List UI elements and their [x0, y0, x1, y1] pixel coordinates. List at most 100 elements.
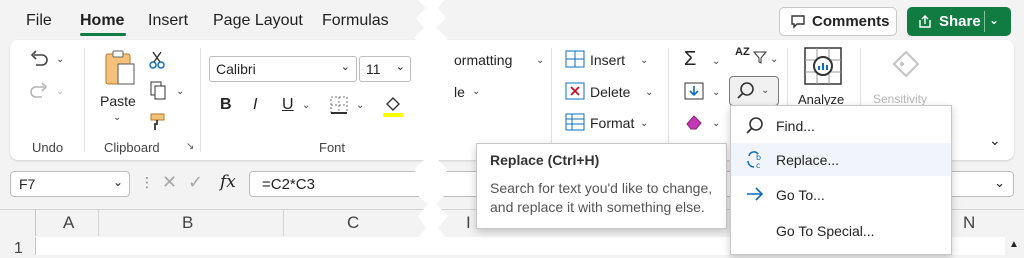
- analyze-data-icon[interactable]: [803, 46, 843, 86]
- column-header-b[interactable]: B: [182, 213, 193, 233]
- redo-icon: [30, 82, 48, 98]
- insert-function-icon[interactable]: fx: [220, 172, 236, 192]
- separator: [551, 48, 552, 152]
- share-icon: [919, 15, 931, 28]
- delete-cells-icon[interactable]: [565, 82, 585, 100]
- font-size-value: 11: [366, 61, 381, 77]
- formula-value: =C2*C3: [262, 176, 315, 193]
- paste-label[interactable]: Paste: [100, 93, 136, 109]
- expand-formula-bar-icon[interactable]: ⌄: [994, 175, 1005, 191]
- delete-label[interactable]: Delete: [590, 84, 630, 100]
- insert-label[interactable]: Insert: [590, 52, 625, 68]
- sort-filter-icon[interactable]: AZ: [735, 47, 750, 58]
- menu-item-go-to[interactable]: Go To...: [731, 178, 951, 211]
- tab-formulas[interactable]: Formulas: [322, 12, 389, 30]
- clear-icon[interactable]: [684, 113, 704, 131]
- share-label: Share: [939, 13, 981, 30]
- menu-item-replace[interactable]: bc Replace...: [731, 143, 951, 176]
- underline-dropdown-icon[interactable]: ⌄: [302, 100, 310, 111]
- undo-icon[interactable]: [28, 48, 50, 70]
- column-header-c[interactable]: C: [347, 213, 359, 233]
- name-box[interactable]: F7 ⌄: [10, 171, 130, 197]
- column-header-n[interactable]: N: [963, 213, 975, 233]
- tab-insert[interactable]: Insert: [148, 12, 188, 30]
- borders-dropdown-icon[interactable]: ⌄: [356, 100, 364, 111]
- chevron-down-icon[interactable]: ⌄: [770, 54, 778, 65]
- filter-icon[interactable]: [753, 50, 767, 64]
- more-options-icon[interactable]: ⋮: [140, 174, 154, 191]
- select-all-corner[interactable]: [0, 209, 36, 236]
- comments-button[interactable]: Comments: [779, 7, 897, 36]
- chevron-down-icon[interactable]: ⌄: [640, 118, 648, 129]
- magnifier-icon: [737, 82, 754, 99]
- undo-dropdown-icon[interactable]: ⌄: [56, 54, 64, 65]
- separator: [668, 48, 669, 152]
- chevron-down-icon: ⌄: [112, 175, 123, 189]
- font-group-label: Font: [319, 140, 346, 155]
- sensitivity-label: Sensitivity: [873, 92, 928, 106]
- cut-icon[interactable]: [148, 50, 166, 70]
- menu-item-label: Find...: [776, 117, 815, 134]
- format-painter-icon[interactable]: [148, 112, 168, 132]
- scroll-up-icon[interactable]: ▲: [1005, 237, 1024, 255]
- paste-icon[interactable]: [100, 48, 140, 88]
- format-cells-icon[interactable]: [565, 113, 585, 131]
- menu-item-go-to-special[interactable]: Go To Special...: [731, 214, 951, 247]
- undo-group-label: Undo: [32, 140, 64, 155]
- separator: [200, 48, 201, 152]
- chevron-down-icon[interactable]: ⌄: [472, 86, 480, 97]
- conditional-formatting-button[interactable]: ormatting: [454, 52, 512, 68]
- sensitivity-icon: [892, 50, 920, 78]
- paste-dropdown-icon[interactable]: ⌄: [113, 112, 121, 123]
- menu-item-label: Go To...: [776, 186, 825, 203]
- insert-cells-icon[interactable]: [565, 50, 585, 68]
- column-header-i[interactable]: I: [466, 213, 471, 233]
- tooltip-title: Replace (Ctrl+H): [490, 152, 600, 168]
- italic-button[interactable]: I: [253, 96, 257, 114]
- row-header-1[interactable]: 1: [14, 240, 23, 258]
- separator: [84, 48, 85, 152]
- cancel-icon[interactable]: ✕: [162, 172, 177, 193]
- bold-button[interactable]: B: [220, 96, 232, 114]
- menu-item-label: Go To Special...: [776, 222, 875, 239]
- active-tab-indicator: [80, 33, 126, 36]
- tab-file[interactable]: File: [26, 12, 52, 30]
- tooltip-body: Search for text you'd like to change, an…: [490, 180, 713, 215]
- chevron-down-icon[interactable]: ⌄: [640, 55, 648, 66]
- svg-text:c: c: [756, 161, 760, 170]
- chevron-down-icon: ⌄: [761, 85, 770, 96]
- autosum-icon[interactable]: Σ: [684, 48, 696, 71]
- dialog-launcher-icon[interactable]: ↘: [186, 141, 194, 152]
- chevron-down-icon: ⌄: [340, 61, 350, 73]
- chevron-down-icon[interactable]: ⌄: [645, 87, 653, 98]
- chevron-down-icon[interactable]: ⌄: [712, 118, 720, 129]
- tab-page-layout[interactable]: Page Layout: [213, 12, 303, 30]
- menu-item-find[interactable]: Find...: [731, 109, 951, 142]
- enter-icon[interactable]: ✓: [188, 172, 203, 193]
- fill-down-icon[interactable]: [684, 82, 704, 100]
- chevron-down-icon[interactable]: ⌄: [989, 13, 999, 27]
- column-divider: [283, 209, 284, 236]
- format-label[interactable]: Format: [590, 115, 634, 131]
- font-name-select[interactable]: Calibri ⌄: [209, 56, 357, 82]
- chevron-down-icon[interactable]: ⌄: [712, 87, 720, 98]
- find-select-button[interactable]: ⌄: [729, 76, 779, 106]
- copy-icon[interactable]: [148, 80, 168, 100]
- column-header-a[interactable]: A: [63, 213, 74, 233]
- torn-edge: [414, 0, 448, 255]
- share-button[interactable]: Share ⌄: [907, 7, 1011, 36]
- chevron-down-icon[interactable]: ⌄: [712, 56, 720, 67]
- borders-icon[interactable]: [330, 96, 348, 114]
- replace-icon: bc: [747, 151, 761, 170]
- find-select-menu: Find... bc Replace... Go To... Go To Spe…: [730, 105, 952, 255]
- font-name-value: Calibri: [216, 61, 256, 77]
- underline-button[interactable]: U: [282, 96, 294, 114]
- copy-dropdown-icon[interactable]: ⌄: [176, 86, 184, 97]
- replace-tooltip: Replace (Ctrl+H) Search for text you'd l…: [476, 143, 727, 229]
- arrow-right-icon: [747, 187, 764, 201]
- collapse-ribbon-icon[interactable]: ⌄: [989, 132, 1001, 149]
- chevron-down-icon[interactable]: ⌄: [536, 55, 544, 66]
- comments-label: Comments: [812, 13, 890, 30]
- name-box-value: F7: [19, 176, 36, 192]
- tab-home[interactable]: Home: [80, 12, 124, 30]
